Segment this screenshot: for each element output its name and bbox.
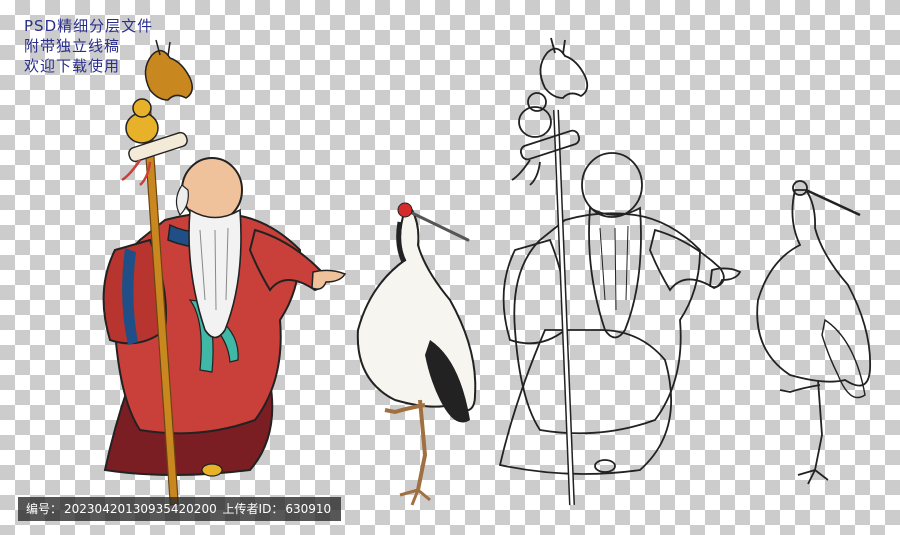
artwork-canvas	[102, 37, 872, 506]
elder-figure-lineart-icon	[498, 37, 742, 506]
elder-figure-color-icon	[102, 39, 347, 506]
uploader-value: 630910	[285, 502, 332, 516]
crane-lineart-icon	[756, 180, 872, 485]
footer-bar: 编号： 20230420130935420200 上传者ID： 630910	[18, 497, 342, 521]
id-value: 20230420130935420200	[64, 502, 217, 516]
crane-color-icon	[356, 202, 477, 506]
id-label: 编号：	[26, 502, 63, 516]
uploader-label: 上传者ID：	[222, 502, 284, 516]
